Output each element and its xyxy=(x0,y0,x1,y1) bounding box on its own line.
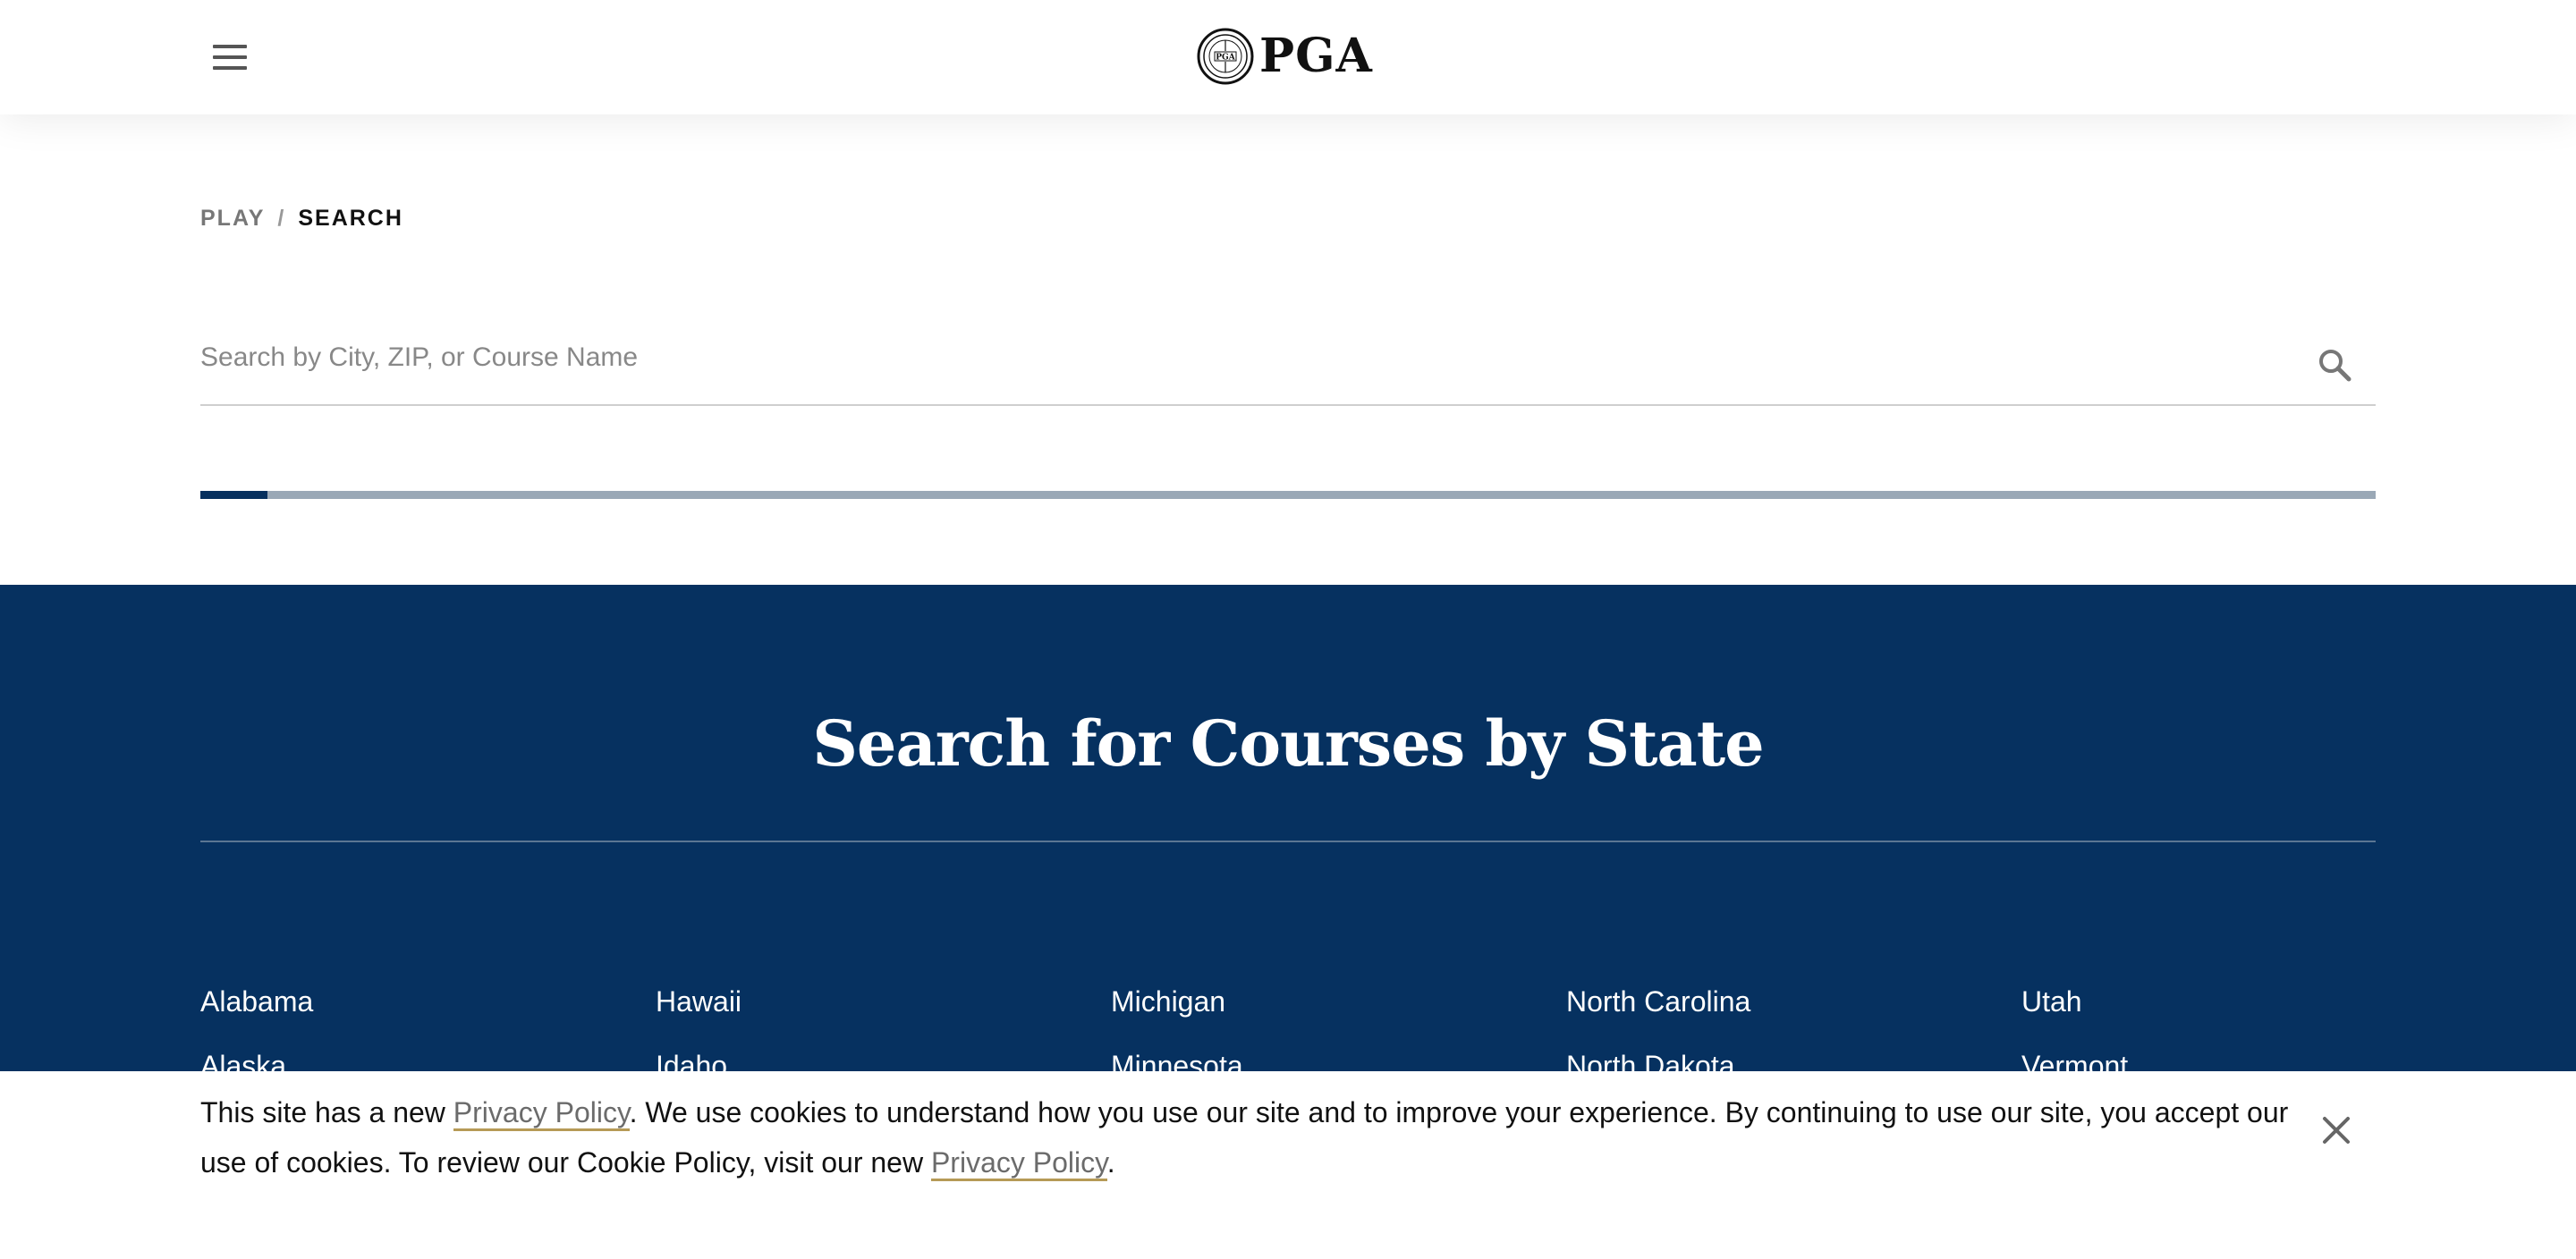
breadcrumb-play-link[interactable]: PLAY xyxy=(200,206,265,231)
logo-wordmark: PGA xyxy=(1259,29,1373,83)
section-divider xyxy=(200,841,2376,842)
privacy-policy-link[interactable]: Privacy Policy xyxy=(930,1146,1107,1181)
state-link[interactable]: Utah xyxy=(2021,969,2128,1034)
state-link[interactable]: Alabama xyxy=(200,969,313,1034)
state-link[interactable]: North Carolina xyxy=(1566,969,1750,1034)
course-search-bar xyxy=(200,322,2376,406)
cookie-banner: This site has a new Privacy Policy. We u… xyxy=(0,1071,2576,1259)
pga-seal-icon: PGA xyxy=(1197,28,1254,85)
hamburger-menu-icon[interactable] xyxy=(202,39,256,75)
menu-bar xyxy=(213,66,247,70)
states-section-title: Search for Courses by State xyxy=(812,706,1764,781)
svg-text:PGA: PGA xyxy=(1216,54,1235,63)
state-link[interactable]: Michigan xyxy=(1111,969,1243,1034)
cookie-text: . xyxy=(1106,1146,1115,1179)
pga-logo-link[interactable]: PGA PGA xyxy=(1197,27,1373,86)
cookie-message: This site has a new Privacy Policy. We u… xyxy=(200,1087,2311,1187)
site-header: PGA PGA xyxy=(0,0,2576,114)
menu-bar xyxy=(213,45,247,48)
search-input[interactable] xyxy=(200,331,2258,384)
cookie-text: This site has a new xyxy=(200,1096,453,1128)
menu-bar xyxy=(213,55,247,59)
close-icon[interactable] xyxy=(2317,1111,2356,1150)
breadcrumb-separator: / xyxy=(277,206,286,231)
privacy-policy-link[interactable]: Privacy Policy xyxy=(453,1096,630,1131)
loading-progress-bar xyxy=(200,491,2376,499)
search-icon[interactable] xyxy=(2311,342,2360,390)
breadcrumb: PLAY / SEARCH xyxy=(200,206,403,232)
state-link[interactable]: Hawaii xyxy=(656,969,741,1034)
breadcrumb-current: SEARCH xyxy=(298,206,403,231)
progress-fill xyxy=(200,491,268,499)
